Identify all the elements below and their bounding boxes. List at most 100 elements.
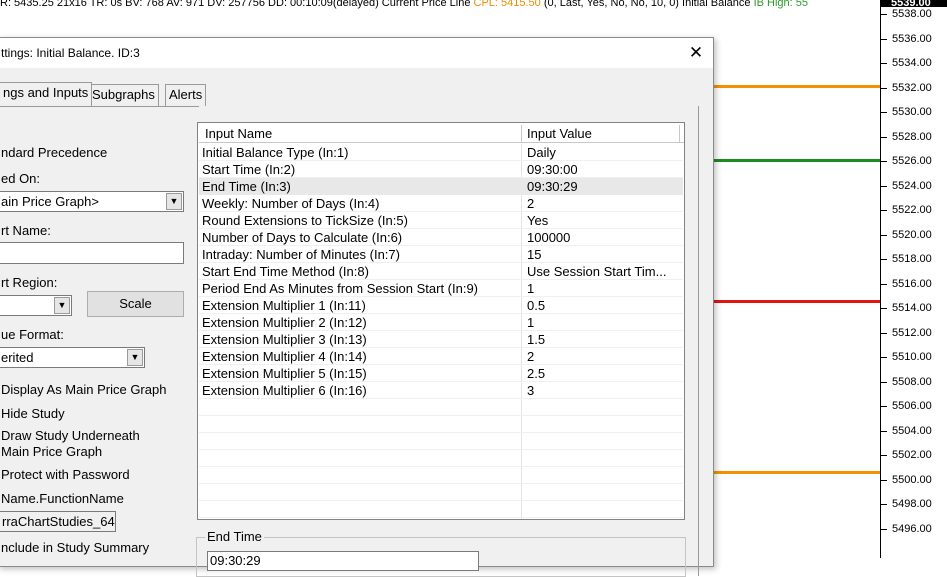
input-value-cell[interactable]: 100000 [527, 229, 570, 246]
dialog-title: ttings: Initial Balance. ID:3 [1, 46, 140, 60]
input-value-cell[interactable]: 09:30:00 [527, 161, 578, 178]
draw-underneath-label-line2: Main Price Graph [1, 444, 103, 459]
input-row[interactable]: Start Time (In:2) 09:30:00 [199, 161, 683, 178]
input-value-cell[interactable]: Use Session Start Tim... [527, 263, 666, 280]
input-value-cell[interactable]: 2 [527, 348, 534, 365]
input-value-cell[interactable]: 2.5 [527, 365, 545, 382]
close-button[interactable]: ✕ [679, 38, 713, 68]
input-row[interactable]: Extension Multiplier 3 (In:13) 1.5 [199, 331, 683, 348]
row-gridline [199, 449, 683, 450]
tab-divider [0, 106, 199, 107]
price-tick [881, 38, 887, 40]
price-tick [881, 259, 887, 260]
current-price-line-text: CPL: 5415.50 [473, 0, 541, 9]
study-settings-dialog: ttings: Initial Balance. ID:3 ✕ ngs and … [0, 37, 714, 577]
include-in-summary-checkbox[interactable]: nclude in Study Summary [1, 540, 149, 555]
chevron-down-icon[interactable]: ▼ [54, 297, 70, 314]
input-value-cell[interactable]: 0.5 [527, 297, 545, 314]
input-row[interactable]: Period End As Minutes from Session Start… [199, 280, 683, 297]
input-row[interactable]: Weekly: Number of Days (In:4) 2 [199, 195, 683, 212]
status-text: R: 5435.25 21x16 TR: 0s BV: 768 AV: 971 … [0, 0, 471, 9]
price-tick [881, 308, 887, 309]
price-label: 5514.00 [892, 302, 932, 314]
price-label: 5536.00 [892, 32, 932, 45]
protect-password-checkbox[interactable]: Protect with Password [1, 467, 130, 482]
input-value-cell[interactable]: Daily [527, 144, 556, 161]
row-gridline [199, 483, 683, 484]
header-separator[interactable] [679, 125, 680, 142]
input-value-cell[interactable]: 1 [527, 280, 534, 297]
header-input-name[interactable]: Input Name [201, 124, 272, 143]
input-name-cell: Extension Multiplier 6 (In:16) [202, 383, 367, 398]
input-row[interactable]: Start End Time Method (In:8) Use Session … [199, 263, 683, 280]
input-row[interactable]: Extension Multiplier 1 (In:11) 0.5 [199, 297, 683, 314]
level-line-green [712, 159, 880, 162]
level-line-orange-bottom [712, 471, 880, 474]
tab-subgraphs[interactable]: Subgraphs [88, 84, 159, 106]
input-value-cell[interactable]: 1 [527, 314, 534, 331]
price-tick [881, 136, 887, 138]
input-row[interactable]: Round Extensions to TickSize (In:5) Yes [199, 212, 683, 229]
price-tick [881, 406, 887, 407]
header-separator[interactable] [521, 125, 522, 142]
dialog-titlebar[interactable]: ttings: Initial Balance. ID:3 ✕ [0, 38, 713, 68]
panel-scroll-edge [685, 122, 689, 520]
function-name-field[interactable]: rraChartStudies_64 [0, 511, 116, 532]
input-row[interactable]: Intraday: Number of Minutes (In:7) 15 [199, 246, 683, 263]
input-row[interactable]: Extension Multiplier 4 (In:14) 2 [199, 348, 683, 365]
input-name-cell: End Time (In:3) [202, 179, 291, 194]
hide-study-checkbox[interactable]: Hide Study [1, 406, 65, 421]
based-on-select[interactable]: ain Price Graph> ▼ [0, 191, 184, 212]
input-value-cell[interactable]: 15 [527, 246, 541, 263]
price-tick [881, 14, 887, 15]
header-input-value[interactable]: Input Value [523, 124, 592, 143]
price-label: 5516.00 [892, 277, 932, 290]
input-name-cell: Round Extensions to TickSize (In:5) [202, 213, 408, 228]
input-row[interactable]: Number of Days to Calculate (In:6) 100000 [199, 229, 683, 246]
input-value-cell[interactable]: Yes [527, 212, 548, 229]
chevron-down-icon[interactable]: ▼ [127, 349, 143, 366]
input-name-cell: Number of Days to Calculate (In:6) [202, 230, 403, 245]
input-name-cell: Extension Multiplier 4 (In:14) [202, 349, 367, 364]
input-row[interactable]: Extension Multiplier 5 (In:15) 2.5 [199, 365, 683, 382]
price-label: 5538.00 [892, 8, 932, 20]
price-label: 5526.00 [892, 155, 932, 167]
end-time-group: End Time 09:30:29 [196, 529, 686, 577]
draw-underneath-checkbox[interactable]: Draw Study Underneath [1, 428, 140, 443]
chevron-down-icon[interactable]: ▼ [166, 193, 182, 210]
price-tick [881, 479, 887, 481]
input-name-cell: Initial Balance Type (In:1) [202, 145, 349, 160]
price-label: 5522.00 [892, 204, 932, 216]
based-on-label: ed On: [1, 171, 41, 186]
input-row[interactable]: Extension Multiplier 2 (In:12) 1 [199, 314, 683, 331]
end-time-input[interactable]: 09:30:29 [207, 551, 479, 571]
input-value-cell[interactable]: 1.5 [527, 331, 545, 348]
tab-alerts[interactable]: Alerts [165, 84, 207, 106]
short-name-input[interactable] [0, 242, 184, 264]
input-name-cell: Extension Multiplier 2 (In:12) [202, 315, 367, 330]
display-as-main-checkbox[interactable]: Display As Main Price Graph [1, 382, 166, 397]
tab-settings-and-inputs[interactable]: ngs and Inputs [0, 82, 93, 106]
input-name-cell: Period End As Minutes from Session Start… [202, 281, 479, 296]
price-label: 5518.00 [892, 253, 932, 265]
input-value-cell[interactable]: 2 [527, 195, 534, 212]
price-label: 5534.00 [892, 57, 932, 69]
price-label: 5520.00 [892, 228, 932, 241]
price-tick [881, 430, 887, 432]
end-time-group-label: End Time [205, 529, 264, 544]
price-tick [881, 332, 887, 334]
chart-region-select[interactable]: ▼ [0, 295, 72, 316]
price-tick [881, 504, 887, 505]
price-tick [881, 455, 887, 456]
input-row[interactable]: End Time (In:3) 09:30:29 [199, 178, 683, 195]
input-value-cell[interactable]: 09:30:29 [527, 178, 578, 195]
short-name-label: rt Name: [1, 223, 51, 238]
input-row[interactable]: Extension Multiplier 6 (In:16) 3 [199, 382, 683, 399]
input-row[interactable]: Initial Balance Type (In:1) Daily [199, 144, 683, 161]
input-value-cell[interactable]: 3 [527, 382, 534, 399]
inputs-list[interactable]: Input Name Input Value Initial Balance T… [197, 122, 685, 520]
scale-button[interactable]: Scale [87, 291, 184, 317]
value-format-select[interactable]: erited ▼ [0, 347, 145, 368]
price-axis[interactable]: 5538.00 5536.00 5534.00 5532.00 5530.00 5528.… [880, 0, 947, 558]
price-label: 5510.00 [892, 351, 932, 363]
